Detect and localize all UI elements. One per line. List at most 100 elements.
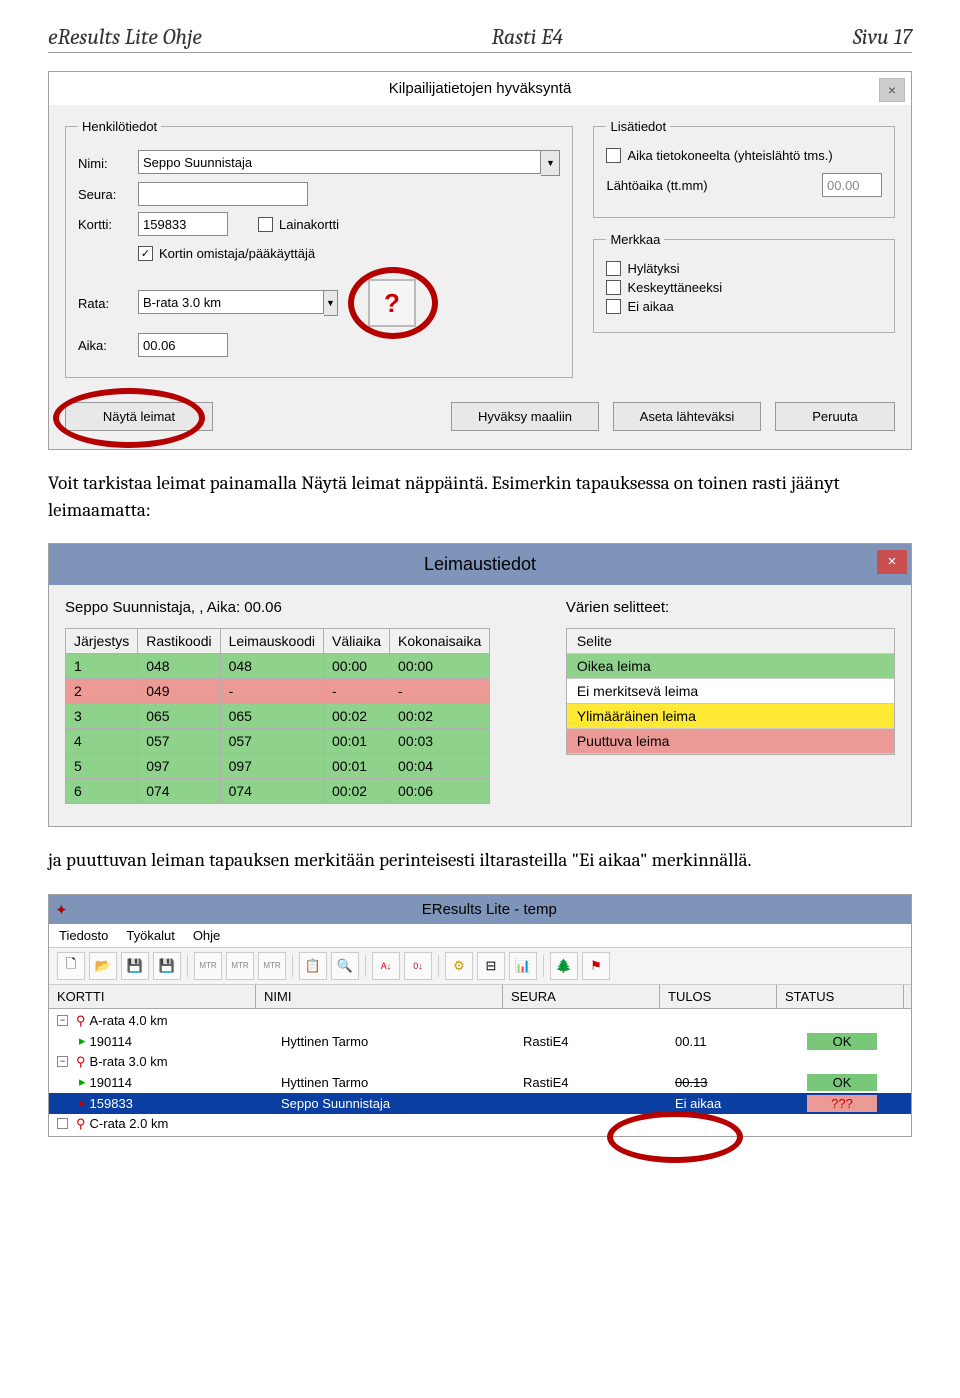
save-icon[interactable]: 💾 [121,952,149,980]
preview-icon[interactable]: 🔍 [331,952,359,980]
menu-item[interactable]: Tiedosto [59,928,108,943]
course-label: Rata: [78,296,138,311]
punches-table: JärjestysRastikoodiLeimauskoodiVäliaikaK… [65,628,490,804]
flag-icon[interactable]: ⚑ [582,952,610,980]
chevron-down-icon[interactable]: ▼ [324,290,338,316]
app-icon: ✦ [55,901,68,919]
question-icon: ? [384,288,400,319]
list-icon[interactable]: 📋 [299,952,327,980]
course-icon: ⚲ [76,1054,86,1070]
doc-header-right: Sivu 17 [853,24,912,50]
runner-g-icon: ▸ [79,1033,86,1049]
sort-num-icon[interactable]: 0↓ [404,952,432,980]
punches-dialog: Leimaustiedot × Seppo Suunnistaja, , Aik… [48,543,912,827]
col-kortti[interactable]: KORTTI [49,985,256,1008]
set-started-button[interactable]: Aseta lähteväksi [613,402,761,431]
notime-checkbox[interactable] [606,299,621,314]
col-tulos[interactable]: TULOS [660,985,777,1008]
computer-time-checkbox[interactable] [606,148,621,163]
table-row[interactable]: 509709700:0100:04 [66,754,490,779]
sort-az-icon[interactable]: A↓ [372,952,400,980]
open-icon[interactable]: 📂 [89,952,117,980]
show-punches-button[interactable]: Näytä leimat [65,402,213,431]
save-as-icon[interactable]: 💾 [153,952,181,980]
table-row[interactable]: 104804800:0000:00 [66,654,490,679]
legend-item: Puuttuva leima [567,729,894,754]
paragraph-1: Voit tarkistaa leimat painamalla Näytä l… [48,470,912,523]
doc-header-center: Rasti E4 [492,24,564,50]
settings-icon[interactable]: ⚙ [445,952,473,980]
chevron-down-icon[interactable]: ▼ [541,150,560,176]
loan-card-checkbox[interactable] [258,217,273,232]
table-row[interactable]: 607407400:0200:06 [66,779,490,804]
close-icon[interactable]: × [879,78,905,102]
card-label: Kortti: [78,217,138,232]
col-seura[interactable]: SEURA [503,985,660,1008]
start-time-label: Lähtöaika (tt.mm) [606,178,822,193]
extra-legend: Lisätiedot [606,119,670,134]
table-row[interactable]: 2049--- [66,679,490,704]
table-header: Väliaika [324,629,390,654]
runner-r-icon: ▸ [79,1095,86,1111]
accept-finish-button[interactable]: Hyväksy maaliin [451,402,599,431]
status-badge: OK [807,1033,878,1050]
owner-checkbox[interactable]: ✓ [138,246,153,261]
personal-group: Henkilötiedot Nimi: ▼ Seura: Kortti: Lai… [65,119,573,378]
owner-label: Kortin omistaja/pääkäyttäjä [159,246,315,261]
club-label: Seura: [78,187,138,202]
name-input[interactable] [138,150,541,174]
dnf-checkbox[interactable] [606,280,621,295]
menu-item[interactable]: Ohje [193,928,220,943]
card-icon[interactable]: ⊟ [477,952,505,980]
card-input[interactable] [138,212,228,236]
col-nimi[interactable]: NIMI [256,985,503,1008]
expand-icon[interactable] [57,1118,68,1129]
col-status[interactable]: STATUS [777,985,904,1008]
table-row[interactable]: 405705700:0100:03 [66,729,490,754]
status-badge: OK [807,1074,878,1091]
cancel-button[interactable]: Peruuta [775,402,895,431]
tree-row[interactable]: ▸ 190114Hyttinen TarmoRastiE400.11OK [49,1031,911,1052]
table-header: Järjestys [66,629,138,654]
disq-label: Hylätyksi [627,261,679,276]
course-icon: ⚲ [76,1116,86,1132]
table-header: Kokonaisaika [390,629,490,654]
tree-row[interactable]: ▸ 190114Hyttinen TarmoRastiE400.13OK [49,1072,911,1093]
tool-mtr-icon[interactable]: MTR [194,952,222,980]
course-input[interactable] [138,290,324,314]
approval-dialog: Kilpailijatietojen hyväksyntä × Henkilöt… [48,71,912,450]
main-window: ✦ EResults Lite - temp TiedostoTyökalutO… [48,894,912,1137]
help-button[interactable]: ? [368,279,416,327]
chart-icon[interactable]: 📊 [509,952,537,980]
close-icon[interactable]: × [877,550,907,574]
tree-row[interactable]: ▸ 159833Seppo SuunnistajaEi aikaa??? [49,1093,911,1114]
club-input[interactable] [138,182,308,206]
column-headers: KORTTI NIMI SEURA TULOS STATUS [49,985,911,1009]
doc-header-left: eResults Lite Ohje [48,24,202,50]
table-row[interactable]: 306506500:0200:02 [66,704,490,729]
legend-item: Ei merkitsevä leima [567,679,894,704]
tool-mtr3-icon[interactable]: MTR [258,952,286,980]
tree-row[interactable]: ⚲ C-rata 2.0 km [49,1114,911,1134]
forest-icon[interactable]: 🌲 [550,952,578,980]
expand-icon[interactable]: − [57,1056,68,1067]
status-badge: ??? [807,1095,877,1112]
new-icon[interactable]: 🗋 [57,952,85,980]
toolbar: 🗋 📂 💾 💾 MTR MTR MTR 📋 🔍 A↓ 0↓ ⚙ ⊟ 📊 🌲 ⚑ [49,948,911,985]
mark-group: Merkkaa Hylätyksi Keskeyttäneeksi Ei aik… [593,232,895,333]
tool-mtr2-icon[interactable]: MTR [226,952,254,980]
table-header: Rastikoodi [138,629,220,654]
tree-row[interactable]: −⚲ B-rata 3.0 km [49,1052,911,1072]
disq-checkbox[interactable] [606,261,621,276]
tree-row[interactable]: −⚲ A-rata 4.0 km [49,1011,911,1031]
paragraph-2: ja puuttuvan leiman tapauksen merkitään … [48,847,912,874]
legend-title: Värien selitteet: [566,599,895,616]
menu-bar: Tiedosto Työkalut Ohje [49,924,911,948]
loan-card-label: Lainakortti [279,217,339,232]
runner-g-icon: ▸ [79,1074,86,1090]
expand-icon[interactable]: − [57,1015,68,1026]
runner-info: Seppo Suunnistaja, , Aika: 00.06 [65,599,526,616]
legend-item: Oikea leima [567,654,894,679]
time-input[interactable] [138,333,228,357]
menu-item[interactable]: Työkalut [126,928,174,943]
